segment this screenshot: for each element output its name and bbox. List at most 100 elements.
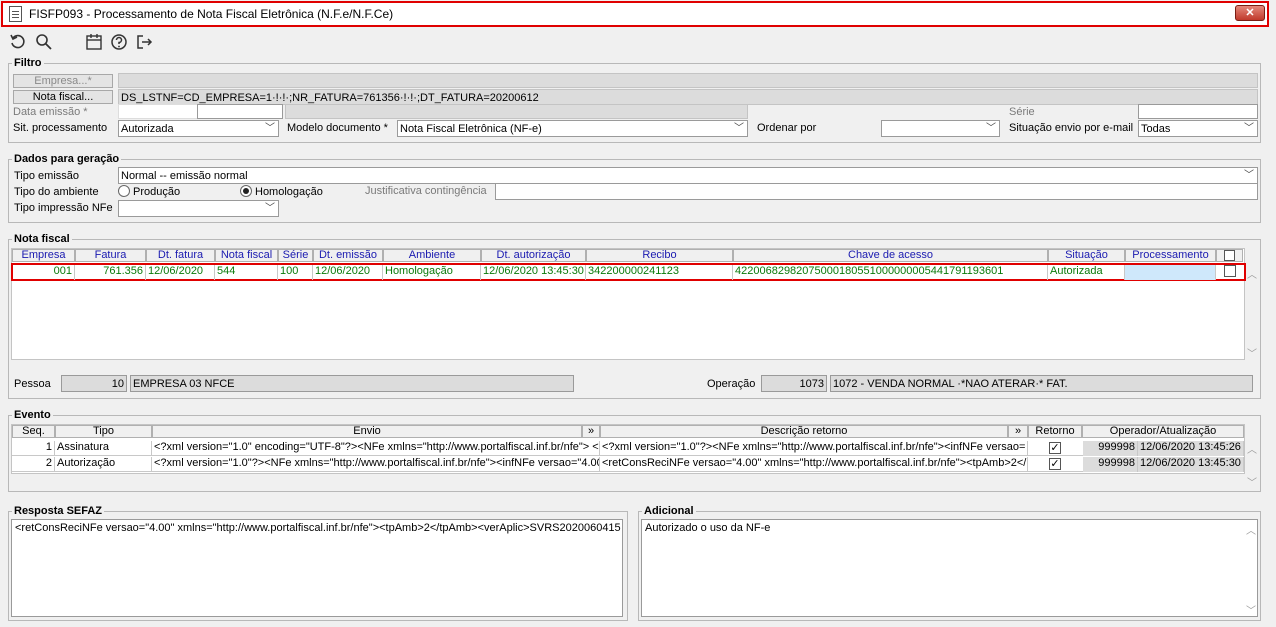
col-fatura[interactable]: Fatura [75, 249, 146, 262]
help-icon[interactable] [110, 33, 128, 51]
retorno-checkbox[interactable]: ✓ [1049, 458, 1061, 470]
producao-label: Produção [133, 186, 181, 198]
situacao-envio-select[interactable]: Todas ﹀ [1138, 120, 1258, 137]
operacao-name: 1072 - VENDA NORMAL ·*NAO ATERAR·* FAT. [830, 375, 1253, 392]
col-operador[interactable]: Operador/Atualização [1082, 425, 1244, 438]
cell-atualizacao: 12/06/2020 13:45:26 [1138, 441, 1244, 456]
producao-radio[interactable] [118, 185, 130, 197]
pessoa-code: 10 [61, 375, 127, 392]
cell-dt-autorizacao: 12/06/2020 13:45:30 [481, 265, 586, 280]
retorno-checkbox[interactable]: ✓ [1049, 442, 1061, 454]
chevron-down-icon: ﹀ [265, 123, 275, 134]
col-envio[interactable]: Envio [152, 425, 582, 438]
cell-tipo: Autorização [55, 457, 152, 472]
col-dt-autorizacao[interactable]: Dt. autorização [481, 249, 586, 262]
scroll-up-icon[interactable]: ︿ [1247, 441, 1257, 456]
close-button[interactable]: ✕ [1235, 5, 1265, 21]
chevron-down-icon: ﹀ [265, 203, 275, 214]
tipo-emissao-value: Normal -- emissão normal [121, 170, 248, 182]
dados-title: Dados para geração [12, 153, 122, 165]
resposta-textarea[interactable]: <retConsReciNFe versao="4.00" xmlns="htt… [11, 519, 623, 617]
modelo-documento-select[interactable]: Nota Fiscal Eletrônica (NF-e) ﹀ [397, 120, 748, 137]
col-descricao-retorno[interactable]: Descrição retorno [600, 425, 1008, 438]
col-empresa[interactable]: Empresa [12, 249, 75, 262]
situacao-envio-label: Situação envio por e-mail [1009, 122, 1134, 134]
calendar-icon[interactable] [85, 33, 103, 51]
modelo-documento-value: Nota Fiscal Eletrônica (NF-e) [400, 123, 542, 135]
tipo-emissao-select[interactable]: Normal -- emissão normal ﹀ [118, 167, 1258, 184]
homologacao-radio[interactable] [240, 185, 252, 197]
cell-operador: 999998 [1083, 457, 1138, 472]
cell-dt-emissao: 12/06/2020 [313, 265, 383, 280]
chevron-down-icon: ﹀ [986, 123, 996, 134]
empresa-button[interactable]: Empresa...* [13, 74, 113, 88]
exit-icon[interactable] [135, 33, 153, 51]
ordenar-por-label: Ordenar por [757, 122, 817, 134]
col-seq[interactable]: Seq. [12, 425, 55, 438]
pessoa-name: EMPRESA 03 NFCE [130, 375, 574, 392]
row-select-checkbox[interactable] [1224, 265, 1236, 277]
cell-processamento[interactable] [1125, 265, 1216, 280]
col-recibo[interactable]: Recibo [586, 249, 733, 262]
cell-envio: <?xml version="1.0"?><NFe xmlns="http://… [152, 457, 600, 472]
homologacao-label: Homologação [255, 186, 323, 198]
col-dt-fatura[interactable]: Dt. fatura [146, 249, 215, 262]
cell-situacao: Autorizada [1048, 265, 1125, 280]
cell-recibo: 342200000241123 [586, 265, 733, 280]
nota-fiscal-button[interactable]: Nota fiscal... [13, 90, 113, 104]
scroll-up-icon[interactable]: ︿ [1246, 522, 1256, 537]
col-nota-fiscal[interactable]: Nota fiscal [215, 249, 278, 262]
chevron-down-icon: ﹀ [1244, 170, 1254, 181]
cell-dt-fatura: 12/06/2020 [146, 265, 215, 280]
col-processamento[interactable]: Processamento [1125, 249, 1216, 262]
scroll-down-icon[interactable]: ﹀ [1247, 345, 1257, 360]
nota-fiscal-title: Nota fiscal [12, 233, 72, 245]
tipo-emissao-label: Tipo emissão [14, 170, 80, 182]
evento-title: Evento [12, 409, 53, 421]
data-emissao-end[interactable] [197, 104, 283, 119]
serie-field[interactable] [1138, 104, 1258, 119]
cell-serie: 100 [278, 265, 313, 280]
search-icon[interactable] [35, 33, 53, 51]
undo-icon[interactable] [9, 33, 27, 51]
col-ambiente[interactable]: Ambiente [383, 249, 481, 262]
col-chave[interactable]: Chave de acesso [733, 249, 1048, 262]
expand-envio-button[interactable]: » [582, 425, 600, 438]
cell-atualizacao: 12/06/2020 13:45:30 [1138, 457, 1244, 472]
cell-envio: <?xml version="1.0" encoding="UTF-8"?><N… [152, 441, 600, 456]
cell-nota-fiscal: 544 [215, 265, 278, 280]
scroll-up-icon[interactable]: ︿ [1247, 266, 1257, 281]
sit-processamento-select[interactable]: Autorizada ﹀ [118, 120, 279, 137]
col-situacao[interactable]: Situação [1048, 249, 1125, 262]
tipo-impressao-select[interactable]: ﹀ [118, 200, 279, 217]
expand-retorno-button[interactable]: » [1008, 425, 1028, 438]
situacao-envio-value: Todas [1141, 123, 1171, 135]
sit-processamento-value: Autorizada [121, 123, 174, 135]
data-emissao-range [285, 104, 748, 119]
scroll-down-icon[interactable]: ﹀ [1247, 474, 1257, 489]
filtro-title: Filtro [12, 57, 44, 69]
cell-descricao-retorno: <?xml version="1.0"?><NFe xmlns="http://… [600, 441, 1028, 456]
serie-label: Série [1009, 106, 1035, 118]
col-serie[interactable]: Série [278, 249, 313, 262]
nota-fiscal-field[interactable]: DS_LSTNF=CD_EMPRESA=1·!·!·;NR_FATURA=761… [118, 89, 1258, 105]
adicional-textarea[interactable]: Autorizado o uso da NF-e [641, 519, 1258, 617]
sit-processamento-label: Sit. processamento [13, 122, 108, 134]
col-select-all[interactable] [1216, 249, 1243, 262]
col-retorno[interactable]: Retorno [1028, 425, 1082, 438]
cell-tipo: Assinatura [55, 441, 152, 456]
cell-seq: 2 [12, 457, 55, 472]
cell-chave: 4220068298207500018055100000000544179119… [733, 265, 1048, 280]
tipo-ambiente-label: Tipo do ambiente [14, 186, 99, 198]
data-emissao-start[interactable] [118, 104, 198, 119]
scroll-down-icon[interactable]: ﹀ [1246, 602, 1256, 617]
col-dt-emissao[interactable]: Dt. emissão [313, 249, 383, 262]
cell-empresa: 001 [13, 265, 75, 280]
select-all-checkbox[interactable] [1224, 250, 1235, 261]
cell-operador: 999998 [1083, 441, 1138, 456]
tipo-impressao-label: Tipo impressão NFe [14, 202, 113, 214]
cell-descricao-retorno: <retConsReciNFe versao="4.00" xmlns="htt… [600, 457, 1028, 472]
ordenar-por-select[interactable]: ﹀ [881, 120, 1000, 137]
col-tipo[interactable]: Tipo [55, 425, 152, 438]
justificativa-field[interactable] [495, 183, 1258, 200]
